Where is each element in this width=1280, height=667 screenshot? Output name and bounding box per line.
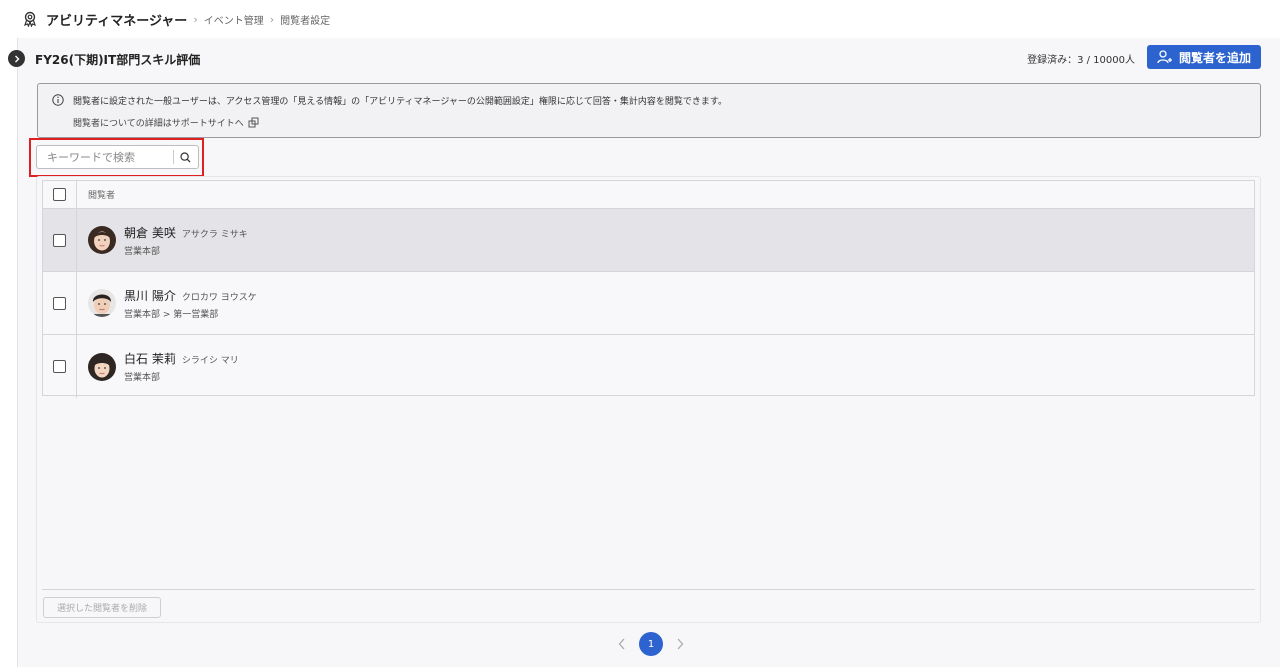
avatar — [88, 289, 116, 317]
pagination: 1 — [612, 632, 690, 656]
chevron-right-icon — [677, 638, 684, 650]
user-kana: シライシ マリ — [181, 356, 239, 366]
user-kana: クロカワ ヨウスケ — [181, 292, 257, 303]
delete-selected-button[interactable]: 選択した閲覧者を削除 — [43, 597, 161, 618]
breadcrumb-item-event[interactable]: イベント管理 — [204, 12, 264, 27]
row-checkbox[interactable] — [53, 360, 66, 373]
table-row[interactable]: 白石 茉莉 シライシ マリ 営業本部 — [43, 335, 1254, 398]
search-input[interactable] — [37, 146, 173, 168]
user-name: 黒川 陽介 — [124, 288, 176, 303]
chevron-left-icon — [618, 638, 625, 650]
select-all-checkbox[interactable] — [53, 188, 66, 201]
user-department: 営業本部 — [124, 373, 161, 383]
user-name: 朝倉 美咲 — [124, 225, 176, 240]
support-site-link[interactable]: 閲覧者についての詳細はサポートサイトへ — [73, 116, 259, 129]
breadcrumb-app-name[interactable]: アビリティマネージャー — [46, 10, 187, 29]
page-title: FY26(下期)IT部門スキル評価 — [35, 53, 201, 67]
search-box — [36, 145, 199, 169]
user-kana: アサクラ ミサキ — [181, 229, 248, 240]
user-department: 営業本部 — [124, 246, 161, 257]
breadcrumb: アビリティマネージャー › イベント管理 › 閲覧者設定 — [0, 0, 1280, 38]
badge-icon — [22, 11, 38, 27]
avatar — [88, 226, 116, 254]
info-box: 閲覧者に設定された一般ユーザーは、アクセス管理の「見える情報」の「アビリティマネ… — [37, 83, 1261, 138]
left-strip — [0, 38, 17, 667]
row-checkbox[interactable] — [53, 233, 66, 247]
info-icon — [52, 94, 64, 106]
table-header: 閲覧者 — [43, 181, 1254, 209]
add-viewer-label: 閲覧者を追加 — [1178, 50, 1251, 65]
table-row[interactable]: 朝倉 美咲 アサクラ ミサキ 営業本部 — [43, 209, 1254, 272]
table-row[interactable]: 黒川 陽介 クロカワ ヨウスケ 営業本部 > 第一営業部 — [43, 272, 1254, 335]
support-site-link-label: 閲覧者についての詳細はサポートサイトへ — [73, 119, 244, 129]
search-icon — [180, 151, 191, 162]
chevron-right-icon: › — [269, 12, 275, 26]
expand-sidebar-button[interactable] — [8, 50, 25, 67]
registered-count: 登録済み：3 / 10000人 — [1027, 55, 1135, 66]
breadcrumb-item-viewer-settings: 閲覧者設定 — [280, 15, 331, 27]
add-viewer-button[interactable]: 閲覧者を追加 — [1147, 45, 1261, 69]
chevron-right-icon: › — [193, 12, 198, 26]
viewer-table: 閲覧者 朝倉 美咲 アサクラ ミサキ 営業本部 黒川 陽介 クロカワ ヨウスケ … — [42, 180, 1255, 398]
chevron-right-icon — [14, 55, 19, 62]
next-page-button[interactable] — [670, 633, 690, 655]
avatar — [88, 352, 116, 381]
column-header-viewer: 閲覧者 — [88, 191, 116, 201]
user-department: 営業本部 > 第一営業部 — [124, 309, 219, 320]
table-footer-divider — [42, 589, 1255, 590]
row-checkbox[interactable] — [53, 296, 66, 310]
info-text: 閲覧者に設定された一般ユーザーは、アクセス管理の「見える情報」の「アビリティマネ… — [73, 97, 728, 107]
page-number-current[interactable]: 1 — [639, 632, 663, 656]
add-user-icon — [1157, 50, 1173, 64]
search-button[interactable] — [174, 146, 198, 168]
external-link-icon — [248, 117, 259, 128]
prev-page-button[interactable] — [612, 633, 632, 655]
user-name: 白石 茉莉 — [124, 352, 176, 366]
viewer-table-card: 閲覧者 朝倉 美咲 アサクラ ミサキ 営業本部 黒川 陽介 クロカワ ヨウスケ … — [36, 176, 1261, 623]
